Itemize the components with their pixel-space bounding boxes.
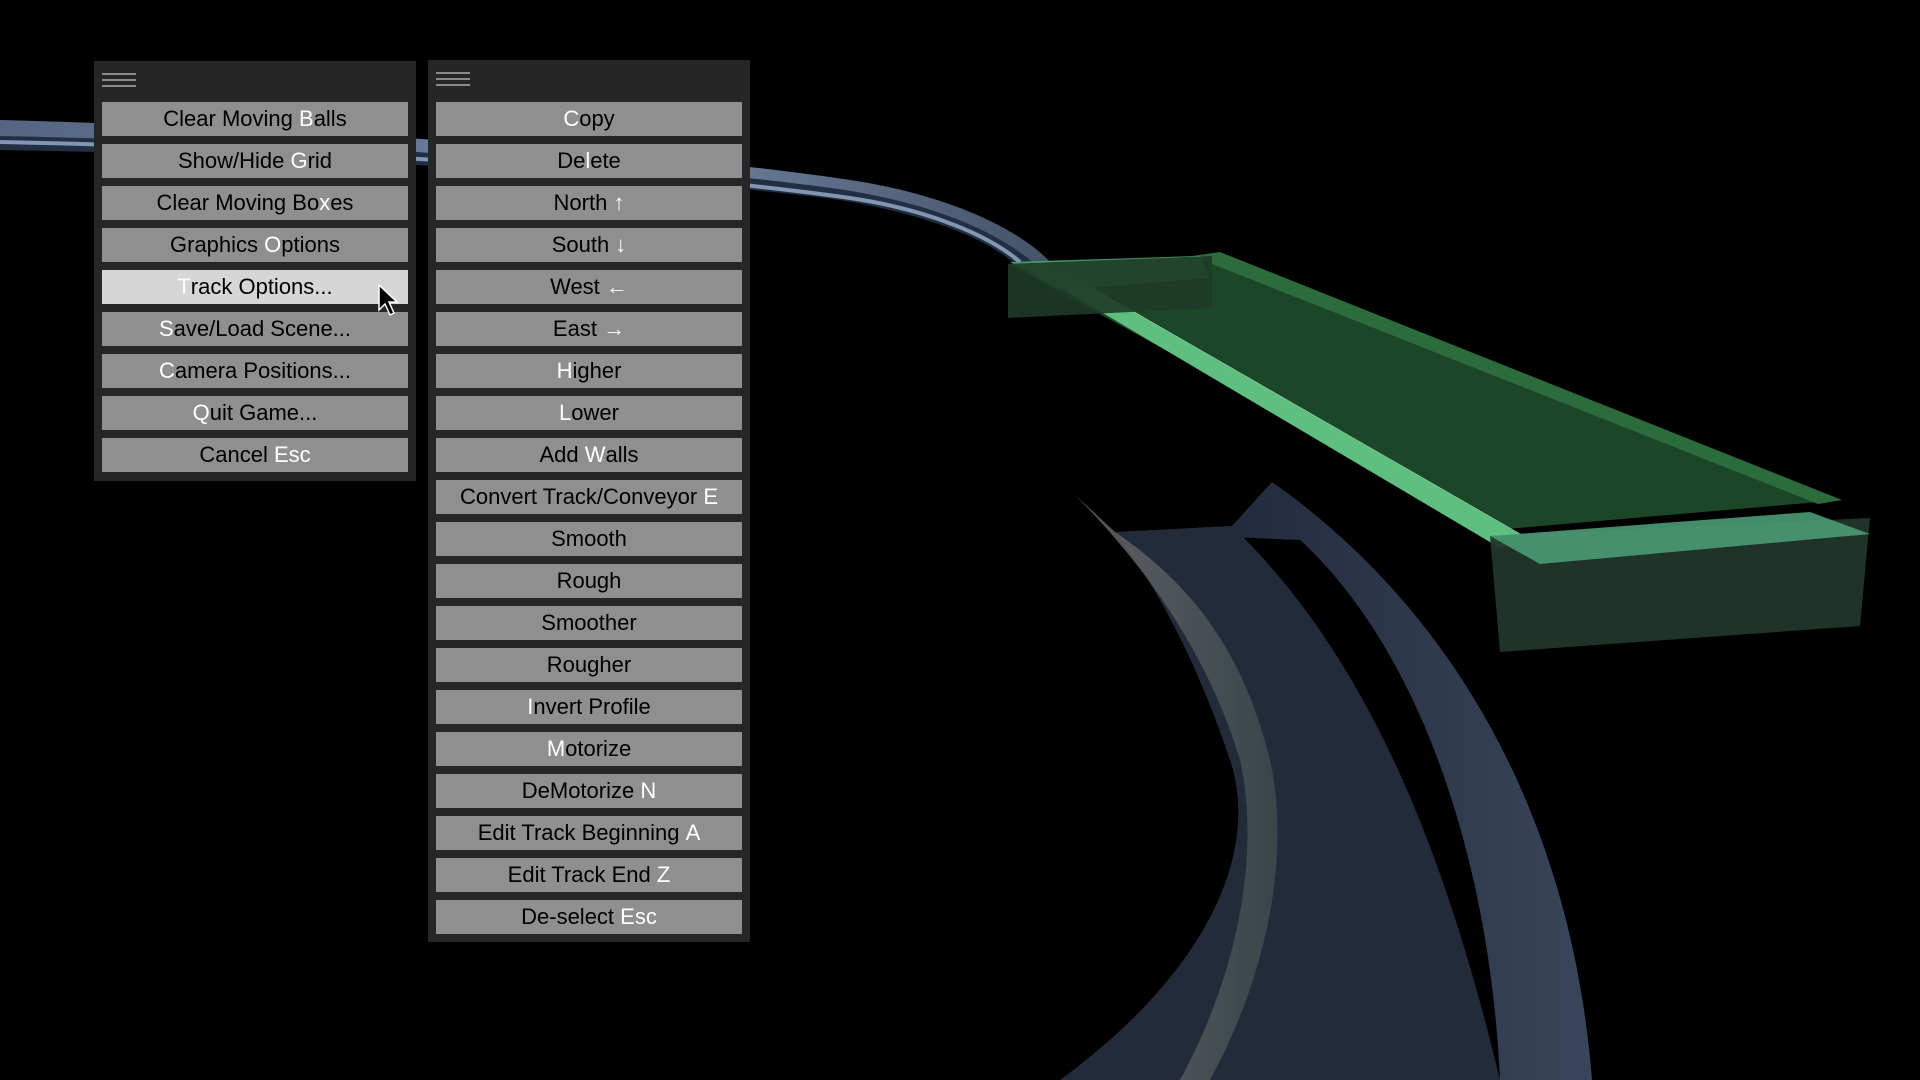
main-menu-button-clear-moving-balls[interactable]: Clear Moving Balls (102, 102, 408, 136)
main-menu-panel: Clear Moving Balls Show/Hide Grid Clear Mo… (94, 61, 416, 481)
track-menu-button-de-select-esc[interactable]: De-select Esc (436, 900, 742, 934)
button-label-part: Rougher (546, 652, 632, 677)
green-conveyor-track (1008, 252, 1870, 652)
track-menu-button-edit-track-end-z[interactable]: Edit Track End Z (436, 858, 742, 892)
button-label-part: Cancel (199, 442, 274, 467)
drag-handle-icon[interactable] (436, 72, 470, 86)
button-label-part: rack Options... (190, 274, 333, 299)
track-menu-button-north[interactable]: North ↑ (436, 186, 742, 220)
track-menu-button-lower[interactable]: Lower (436, 396, 742, 430)
main-menu-button-cancel-esc[interactable]: Cancel Esc (102, 438, 408, 472)
track-menu-button-higher[interactable]: Higher (436, 354, 742, 388)
track-menu-button-invert-profile[interactable]: Invert Profile (436, 690, 742, 724)
track-menu-button-smooth[interactable]: Smooth (436, 522, 742, 556)
button-label-part: Rough (556, 568, 622, 593)
button-label-part: Convert Track/Conveyor (460, 484, 704, 509)
hotkey-letter: E (703, 484, 718, 509)
hotkey-letter: → (603, 316, 626, 341)
track-menu-button-convert-track-conveyor-e[interactable]: Convert Track/Conveyor E (436, 480, 742, 514)
track-menu-button-copy[interactable]: Copy (436, 102, 742, 136)
track-menu-button-add-walls[interactable]: Add Walls (436, 438, 742, 472)
button-label-part: Edit Track Beginning (477, 820, 686, 845)
button-label-part: West (550, 274, 606, 299)
main-menu-button-save-load-scene[interactable]: Save/Load Scene... (102, 312, 408, 346)
button-label-part: ave/Load Scene... (173, 316, 352, 341)
hotkey-letter: W (584, 442, 606, 467)
track-menu-button-east[interactable]: East → (436, 312, 742, 346)
button-label-part: South (551, 232, 616, 257)
track-menu-button-delete[interactable]: De l ete (436, 144, 742, 178)
button-label-part: amera Positions... (174, 358, 351, 383)
hotkey-letter: ↑ (613, 190, 625, 215)
button-label-part: Add (539, 442, 585, 467)
hotkey-letter: N (640, 778, 657, 803)
button-label-part: De (557, 148, 586, 173)
hotkey-letter: S (158, 316, 174, 341)
button-label-part: alls (313, 106, 347, 131)
hotkey-letter: B (299, 106, 314, 131)
button-label-part: igher (572, 358, 622, 383)
button-label-part: North (553, 190, 614, 215)
button-label-part: East (552, 316, 604, 341)
hotkey-letter: Esc (620, 904, 657, 929)
button-label-part: ower (571, 400, 619, 425)
button-label-part: DeMotorize (521, 778, 641, 803)
button-label-part: rid (307, 148, 333, 173)
button-label-part: ete (590, 148, 621, 173)
button-label-part: nvert Profile (533, 694, 651, 719)
hotkey-letter: A (685, 820, 701, 845)
button-label-part: Graphics (170, 232, 265, 257)
hotkey-letter: M (546, 736, 566, 761)
main-menu-button-camera-positions[interactable]: Camera Positions... (102, 354, 408, 388)
hotkey-letter: Q (192, 400, 210, 425)
button-label-part: Smoother (541, 610, 637, 635)
track-menu-button-west[interactable]: West ← (436, 270, 742, 304)
hotkey-letter: ← (605, 274, 628, 299)
main-menu-button-show-hide-grid[interactable]: Show/Hide Grid (102, 144, 408, 178)
button-label-part: opy (579, 106, 615, 131)
button-label-part: De-select (521, 904, 621, 929)
button-label-part: Show/Hide (177, 148, 291, 173)
track-menu-button-rougher[interactable]: Rougher (436, 648, 742, 682)
track-menu-button-motorize[interactable]: Motorize (436, 732, 742, 766)
main-menu-button-clear-moving-boxes[interactable]: Clear Moving Bo x es (102, 186, 408, 220)
main-menu-button-quit-game[interactable]: Quit Game... (102, 396, 408, 430)
button-label-part: Smooth (551, 526, 627, 551)
track-menu-button-edit-track-beginning-a[interactable]: Edit Track Beginning A (436, 816, 742, 850)
track-menu-button-rough[interactable]: Rough (436, 564, 742, 598)
mouse-pointer-icon (378, 284, 399, 317)
button-label-part: uit Game... (209, 400, 318, 425)
hotkey-letter: ↓ (615, 232, 627, 257)
track-menu-button-demotorize-n[interactable]: DeMotorize N (436, 774, 742, 808)
main-menu-button-track-options[interactable]: Track Options... (102, 270, 408, 304)
button-label-part: es (330, 190, 354, 215)
hotkey-letter: G (290, 148, 308, 173)
track-menu-button-smoother[interactable]: Smoother (436, 606, 742, 640)
hotkey-letter: x (319, 190, 331, 215)
hotkey-letter: T (177, 274, 191, 299)
button-label-part: alls (605, 442, 639, 467)
hotkey-letter: L (559, 400, 572, 425)
button-label-part: Clear Moving Bo (156, 190, 320, 215)
hotkey-letter: Z (656, 862, 671, 887)
drag-handle-icon[interactable] (102, 73, 136, 87)
hotkey-letter: C (563, 106, 580, 131)
hotkey-letter: O (264, 232, 282, 257)
button-label-part: ptions (281, 232, 340, 257)
track-menu-button-south[interactable]: South ↓ (436, 228, 742, 262)
main-menu-button-graphics-options[interactable]: Graphics Options (102, 228, 408, 262)
button-label-part: Edit Track End (507, 862, 657, 887)
track-options-panel: Copy De l ete North ↑ South ↓ West ← East → High… (428, 60, 750, 942)
hotkey-letter: H (556, 358, 573, 383)
button-label-part: otorize (565, 736, 632, 761)
button-label-part: Clear Moving (163, 106, 299, 131)
hotkey-letter: C (159, 358, 175, 383)
hotkey-letter: Esc (273, 442, 311, 467)
